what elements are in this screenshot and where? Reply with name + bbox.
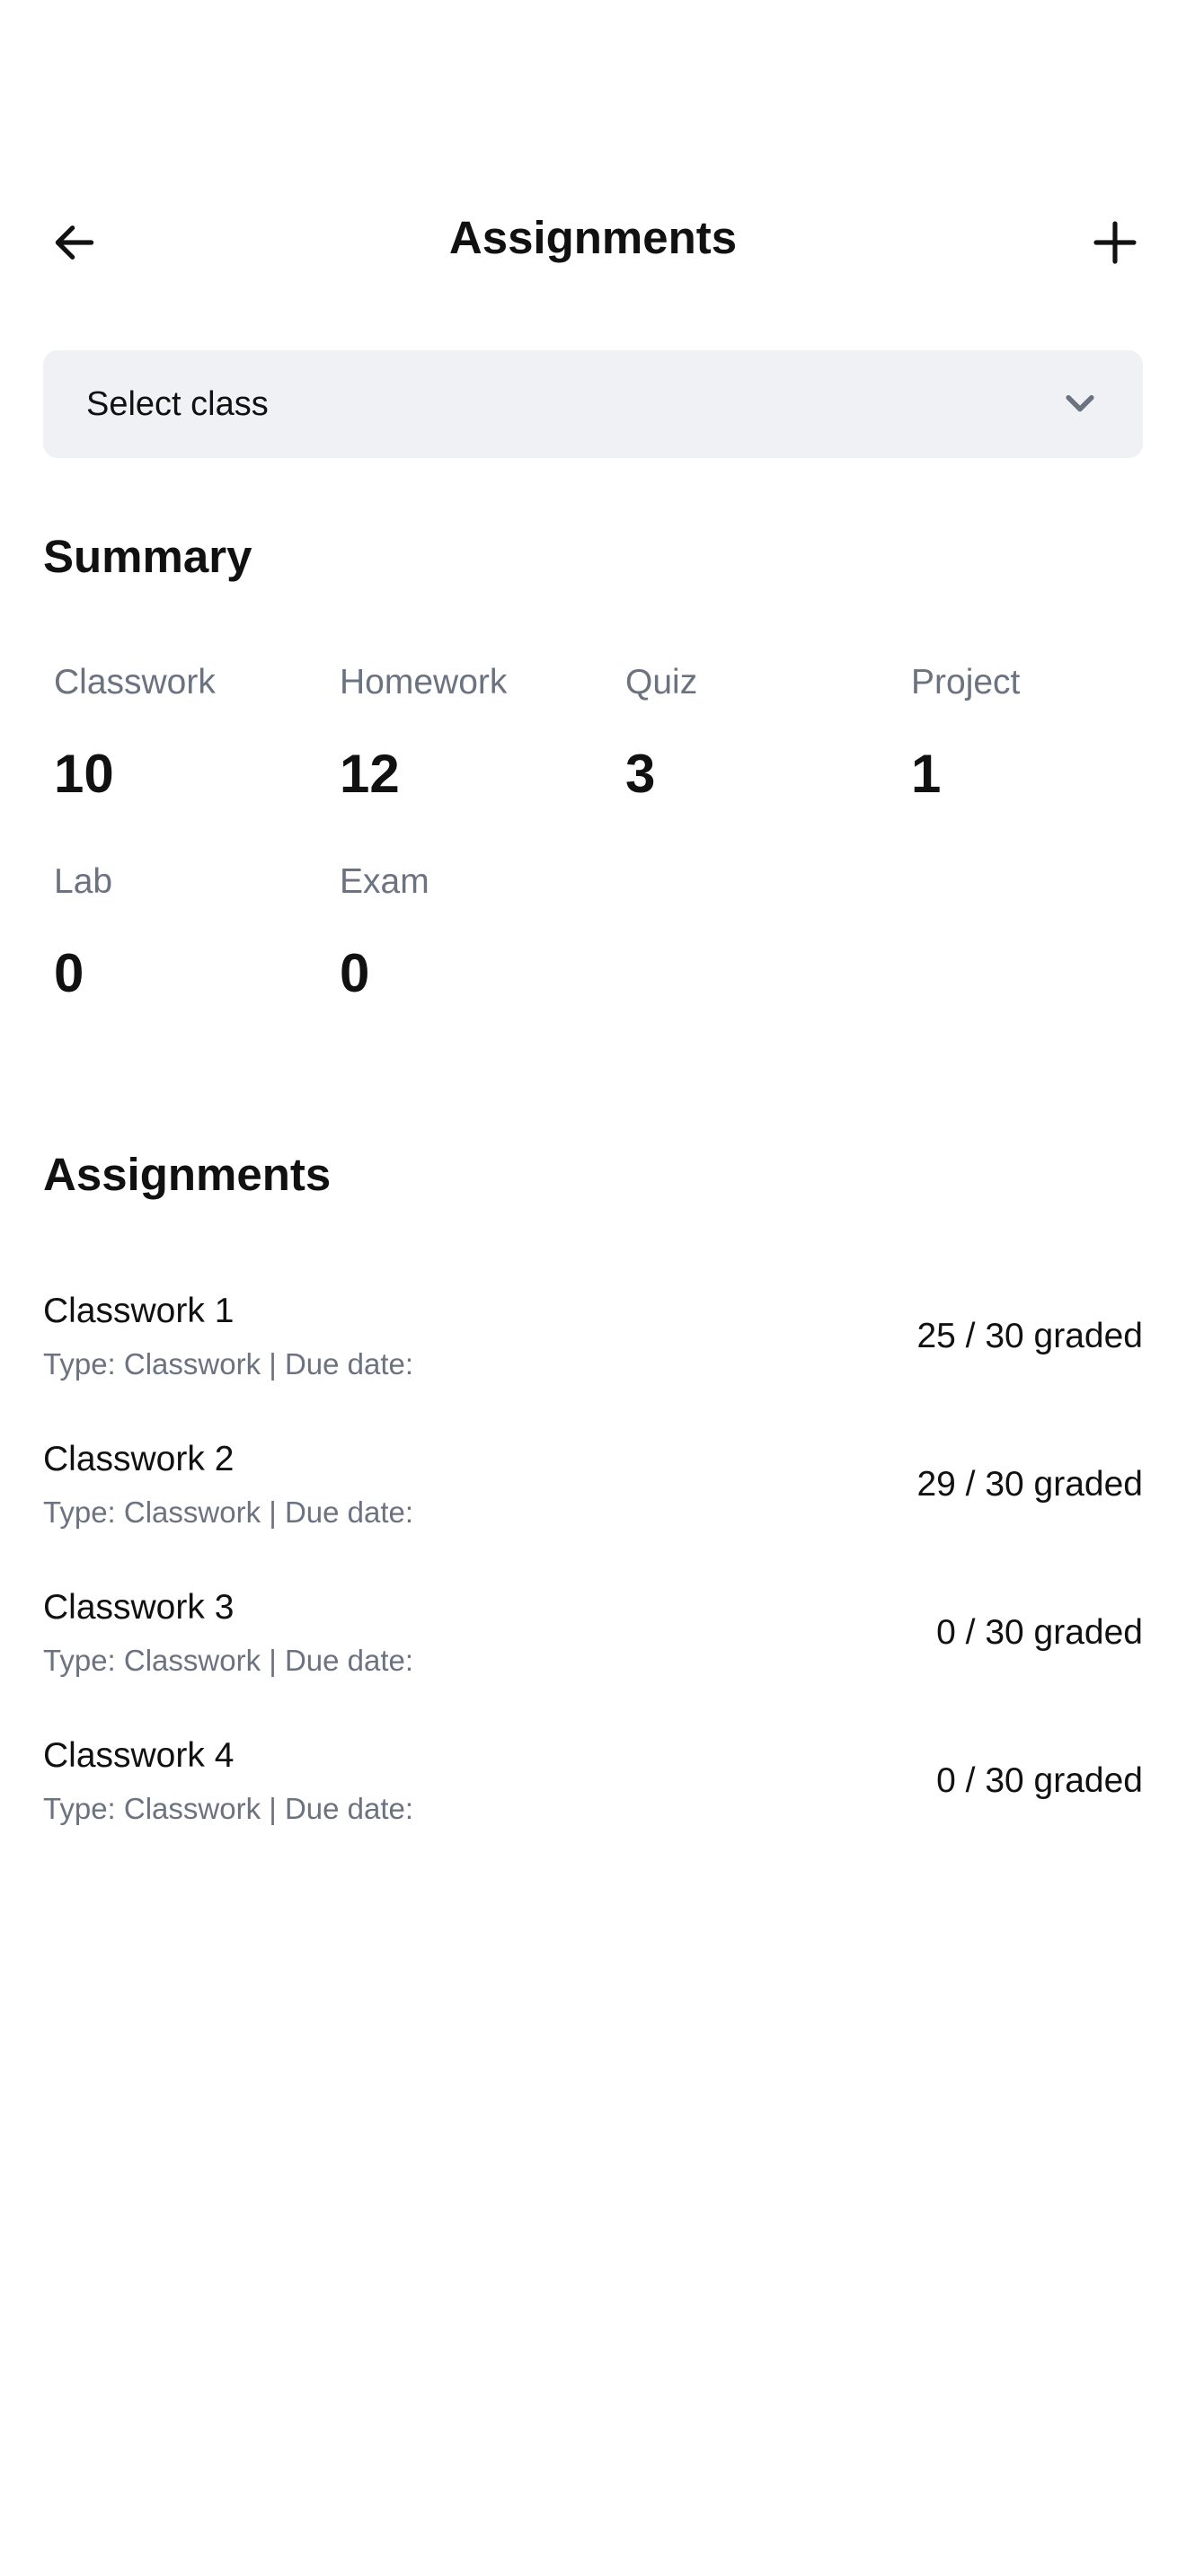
stat-project: Project 1 [900, 660, 1186, 806]
assignment-name: Classwork 4 [43, 1735, 235, 1775]
assignments-screen: Assignments Select class Summary Classwo… [0, 0, 1186, 2576]
stat-value: 0 [54, 943, 84, 1003]
assignment-row[interactable]: Classwork 4 Type: Classwork | Due date: … [43, 1707, 1143, 1855]
graded-count: 25 / 30 graded [916, 1316, 1143, 1355]
header-bar: Assignments [0, 189, 1186, 296]
stat-value: 10 [54, 744, 114, 804]
assignment-meta: Type: Classwork | Due date: [43, 1791, 414, 1825]
graded-count: 0 / 30 graded [936, 1612, 1143, 1652]
summary-grid: Classwork 10 Homework 12 Quiz 3 Project … [43, 660, 1186, 1005]
assignment-name: Classwork 1 [43, 1291, 235, 1330]
add-assignment-button[interactable] [1084, 211, 1146, 274]
stat-quiz: Quiz 3 [615, 660, 900, 806]
stat-value: 1 [911, 744, 942, 804]
stat-value: 12 [340, 744, 400, 804]
stat-exam: Exam 0 [329, 860, 615, 1005]
assignment-list: Classwork 1 Type: Classwork | Due date: … [43, 1262, 1143, 1855]
assignments-title: Assignments [43, 1149, 332, 1200]
stat-label: Homework [340, 663, 508, 701]
assignment-row[interactable]: Classwork 3 Type: Classwork | Due date: … [43, 1558, 1143, 1707]
assignment-info: Classwork 3 Type: Classwork | Due date: [43, 1585, 413, 1681]
stat-homework: Homework 12 [329, 660, 615, 806]
stat-label: Exam [340, 862, 429, 901]
assignment-name: Classwork 2 [43, 1439, 235, 1478]
stat-classwork: Classwork 10 [43, 660, 329, 806]
assignment-meta: Type: Classwork | Due date: [43, 1643, 414, 1677]
assignment-row[interactable]: Classwork 2 Type: Classwork | Due date: … [43, 1410, 1143, 1558]
graded-count: 29 / 30 graded [916, 1464, 1143, 1504]
stat-label: Lab [54, 862, 113, 901]
stat-value: 0 [340, 943, 370, 1003]
assignment-info: Classwork 1 Type: Classwork | Due date: [43, 1289, 413, 1384]
stat-lab: Lab 0 [43, 860, 329, 1005]
assignment-info: Classwork 4 Type: Classwork | Due date: [43, 1734, 413, 1829]
summary-title: Summary [43, 531, 252, 582]
assignment-meta: Type: Classwork | Due date: [43, 1346, 414, 1381]
chevron-down-icon [1066, 394, 1094, 412]
stat-label: Quiz [625, 663, 698, 701]
plus-icon [1093, 221, 1137, 264]
assignment-row[interactable]: Classwork 1 Type: Classwork | Due date: … [43, 1262, 1143, 1410]
class-select-value: Select class [86, 384, 269, 423]
graded-count: 0 / 30 graded [936, 1760, 1143, 1800]
page-title: Assignments [448, 212, 738, 263]
assignment-name: Classwork 3 [43, 1587, 235, 1627]
assignment-info: Classwork 2 Type: Classwork | Due date: [43, 1437, 413, 1532]
stat-value: 3 [625, 744, 656, 804]
class-select[interactable]: Select class [43, 350, 1143, 458]
stat-label: Project [911, 663, 1021, 701]
assignment-meta: Type: Classwork | Due date: [43, 1495, 414, 1529]
stat-label: Classwork [54, 663, 216, 701]
